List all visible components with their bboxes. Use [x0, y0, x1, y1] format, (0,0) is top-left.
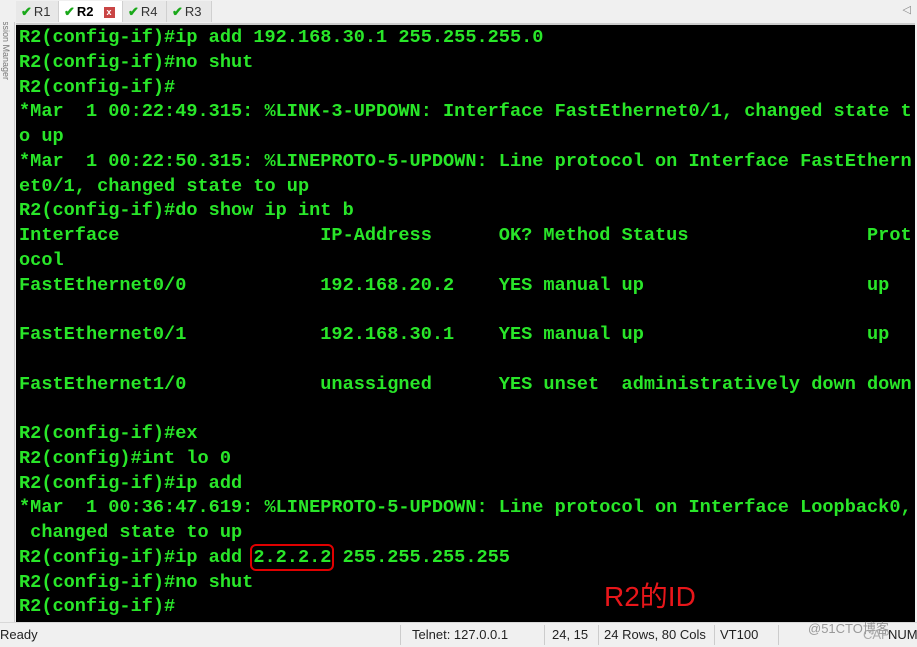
terminal-line: *Mar 1 00:22:49.315: %LINK-3-UPDOWN: Int… [19, 101, 912, 123]
terminal-line: R2(config-if)#ex [19, 423, 198, 444]
terminal-line: R2(config-if)#no shut [19, 51, 254, 73]
connected-check-icon: ✔ [64, 4, 75, 19]
status-cursor: 24, 15 [552, 627, 589, 642]
terminal-line: FastEthernet0/1 192.168.30.1 YES manual … [19, 324, 890, 345]
terminal-output: R2(config-if)#ip add 192.168.30.1 255.25… [19, 26, 912, 620]
terminal-window[interactable]: R2(config-if)#ip add 192.168.30.1 255.25… [16, 23, 915, 622]
connected-check-icon: ✔ [128, 4, 139, 19]
watermark: @51CTO博客 [808, 621, 889, 636]
terminal-line: R2(config)#int lo 0 [19, 447, 232, 469]
tab-r3[interactable]: ✔ R3 [167, 1, 212, 22]
command-prefix: R2(config-if)#ip add [19, 546, 254, 568]
status-ready: Ready [0, 627, 38, 642]
terminal-line: FastEthernet0/0 192.168.20.2 YES manual … [19, 274, 890, 296]
status-bar: Ready Telnet: 127.0.0.1 24, 15 24 Rows, … [0, 621, 917, 647]
terminal-line: R2(config-if)#do show ip int b [19, 200, 354, 222]
status-num: NUM [888, 627, 917, 642]
status-connection: Telnet: 127.0.0.1 [412, 627, 509, 642]
highlighted-router-id: 2.2.2.2 [250, 543, 335, 571]
status-size: 24 Rows, 80 Cols [604, 627, 706, 642]
terminal-line: R2(config-if)#no shut [19, 571, 254, 593]
connected-check-icon: ✔ [172, 4, 183, 19]
tab-label: R2 [76, 4, 94, 19]
tab-r2[interactable]: ✔ R2 x [59, 1, 123, 22]
tab-label: R4 [140, 4, 158, 19]
terminal-line: changed state to up [19, 522, 243, 543]
connected-check-icon: ✔ [21, 4, 32, 19]
subnet-mask: 255.255.255.255 [331, 546, 510, 568]
terminal-line: R2(config-if)#ip add [19, 472, 243, 494]
terminal-line: Interface IP-Address OK? Method Status P… [19, 225, 912, 246]
terminal-prompt-line: R2(config-if)# [19, 596, 176, 618]
session-manager-sidebar[interactable]: Session Manager [0, 0, 15, 622]
terminal-line: R2(config-if)# [19, 76, 176, 98]
tab-bar: ✔ R1 ✔ R2 x ✔ R4 ✔ R3 ◁ [0, 0, 917, 22]
tab-r4[interactable]: ✔ R4 [123, 1, 167, 22]
status-emulation: VT100 [720, 627, 759, 642]
terminal-line: o up [19, 126, 64, 147]
terminal-line: ocol [19, 249, 64, 271]
terminal-line: et0/1, changed state to up [19, 175, 310, 197]
tab-label: R1 [33, 4, 51, 19]
close-tab-icon[interactable]: x [103, 7, 115, 19]
tab-r1[interactable]: ✔ R1 [16, 1, 59, 22]
terminal-line: *Mar 1 00:22:50.315: %LINEPROTO-5-UPDOWN… [19, 150, 912, 172]
terminal-line: FastEthernet1/0 unassigned YES unset adm… [19, 373, 912, 395]
terminal-line: R2(config-if)#ip add 192.168.30.1 255.25… [19, 27, 544, 48]
tab-label: R3 [184, 4, 202, 19]
annotation-label: R2的ID [604, 581, 696, 612]
terminal-line: *Mar 1 00:36:47.619: %LINEPROTO-5-UPDOWN… [19, 497, 912, 519]
terminal-line: R2(config-if)#ip add 2.2.2.2 255.255.255… [19, 543, 912, 571]
scroll-tabs-left-icon[interactable]: ◁ [903, 3, 911, 16]
